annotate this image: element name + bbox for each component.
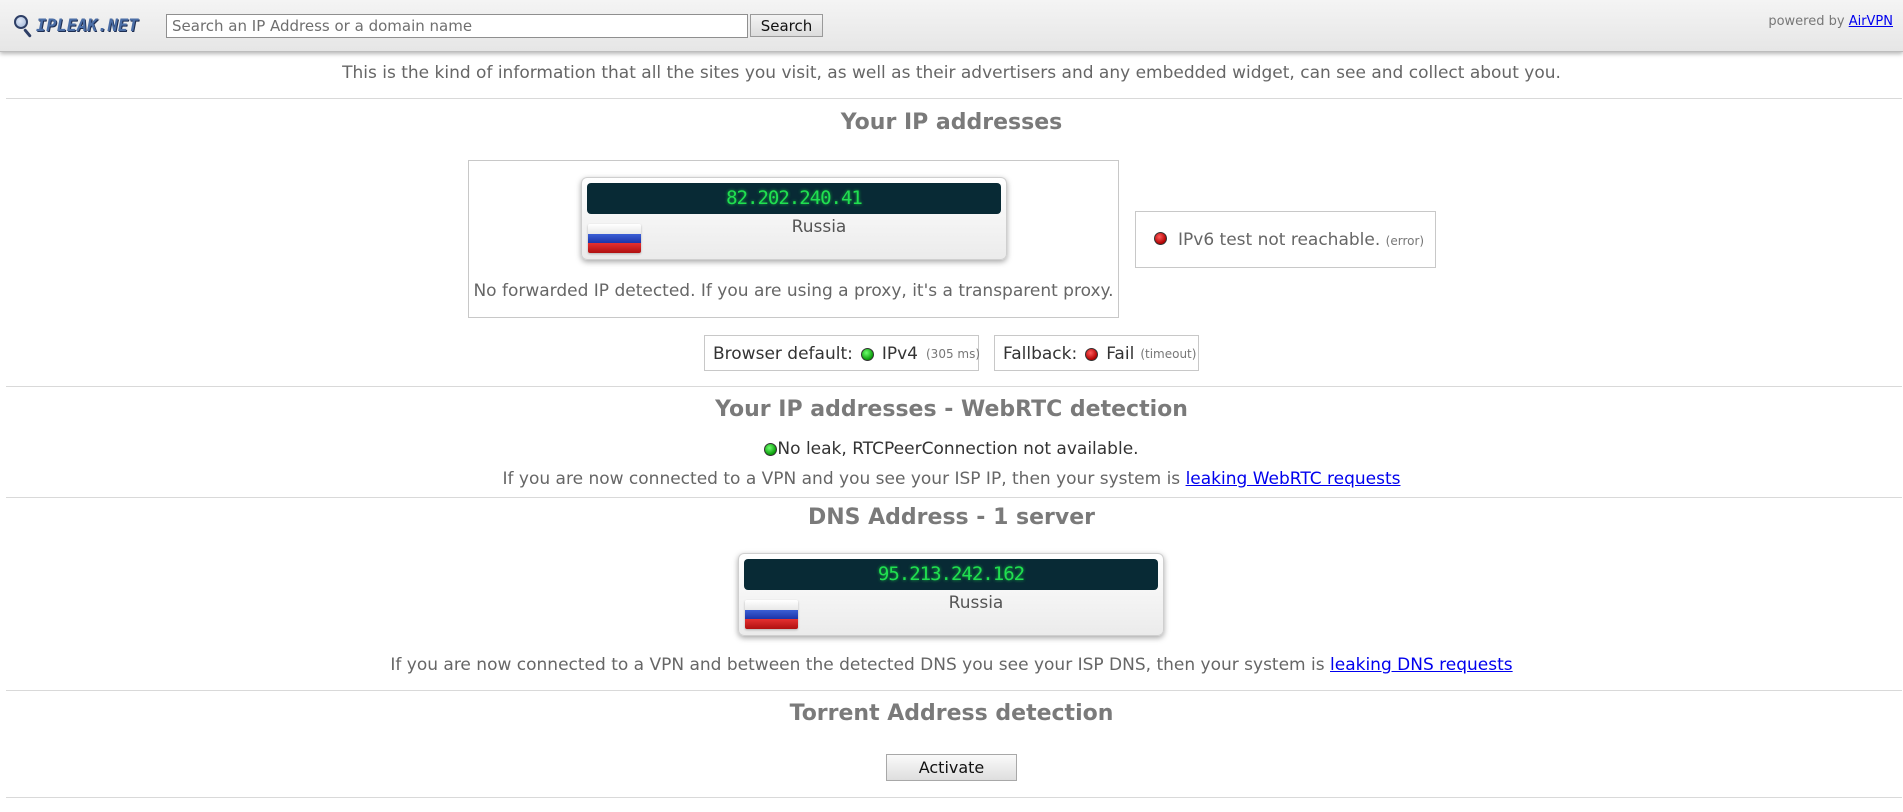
webrtc-note-text: If you are now connected to a VPN and yo… <box>502 469 1181 489</box>
site-logo[interactable]: IPLEAK.NET <box>12 11 138 41</box>
ip-country: Russia <box>791 217 847 237</box>
green-status-dot-icon <box>764 443 778 456</box>
ipv6-error-note: (error) <box>1385 234 1425 248</box>
fallback-box: Fallback: Fail (timeout) <box>994 335 1199 371</box>
fallback-label: Fallback: <box>1003 344 1078 364</box>
ip-section-title: Your IP addresses <box>840 110 1063 135</box>
dns-note: If you are now connected to a VPN and be… <box>0 655 1903 675</box>
intro-text: This is the kind of information that all… <box>342 63 1561 83</box>
search-input[interactable] <box>166 14 748 38</box>
ipv6-status-text: IPv6 test not reachable. <box>1178 230 1381 250</box>
red-status-dot-icon <box>1154 232 1167 245</box>
powered-by: powered by AirVPN <box>1768 14 1893 29</box>
dns-note-text: If you are now connected to a VPN and be… <box>390 655 1325 675</box>
torrent-section-title: Torrent Address detection <box>789 701 1114 726</box>
fallback-note: (timeout) <box>1140 347 1197 361</box>
dns-card: 95.213.242.162 Russia <box>738 553 1164 636</box>
webrtc-status: No leak, RTCPeerConnection not available… <box>0 439 1903 459</box>
top-bar: IPLEAK.NET Search powered by AirVPN <box>0 0 1903 52</box>
ipv6-status: IPv6 test not reachable. (error) <box>1178 230 1424 250</box>
browser-default-label: Browser default: <box>713 344 853 364</box>
browser-default-box: Browser default: IPv4 (305 ms) <box>704 335 981 371</box>
red-status-dot-icon <box>1085 347 1099 361</box>
browser-default-time: (305 ms) <box>926 347 981 361</box>
divider <box>6 797 1902 798</box>
fallback-value: Fail <box>1106 344 1135 364</box>
powered-by-text: powered by <box>1768 14 1845 29</box>
webrtc-status-text: No leak, RTCPeerConnection not available… <box>777 439 1139 459</box>
divider <box>6 386 1902 387</box>
browser-default-value: IPv4 <box>881 344 918 364</box>
dns-address-value[interactable]: 95.213.242.162 <box>744 559 1158 590</box>
search-button[interactable]: Search <box>750 14 823 37</box>
divider <box>6 690 1902 691</box>
green-status-dot-icon <box>860 347 874 361</box>
ip-address-value[interactable]: 82.202.240.41 <box>587 183 1001 214</box>
activate-torrent-button[interactable]: Activate <box>886 754 1017 781</box>
ip-card: 82.202.240.41 Russia <box>581 177 1007 260</box>
webrtc-note: If you are now connected to a VPN and yo… <box>0 469 1903 489</box>
ip-address-panel: 82.202.240.41 Russia No forwarded IP det… <box>468 160 1119 318</box>
no-forwarded-ip-text: No forwarded IP detected. If you are usi… <box>473 281 1114 301</box>
magnifier-logo-icon <box>12 13 34 39</box>
dns-country: Russia <box>948 593 1004 613</box>
divider <box>6 98 1902 99</box>
logo-text: IPLEAK.NET <box>36 16 139 36</box>
leaking-webrtc-link[interactable]: leaking WebRTC requests <box>1186 469 1401 489</box>
airvpn-link[interactable]: AirVPN <box>1849 14 1893 29</box>
divider <box>6 497 1902 498</box>
ipv6-status-box: IPv6 test not reachable. (error) <box>1135 211 1436 268</box>
leaking-dns-link[interactable]: leaking DNS requests <box>1330 655 1513 675</box>
dns-section-title: DNS Address - 1 server <box>807 505 1096 530</box>
webrtc-section-title: Your IP addresses - WebRTC detection <box>715 397 1188 422</box>
